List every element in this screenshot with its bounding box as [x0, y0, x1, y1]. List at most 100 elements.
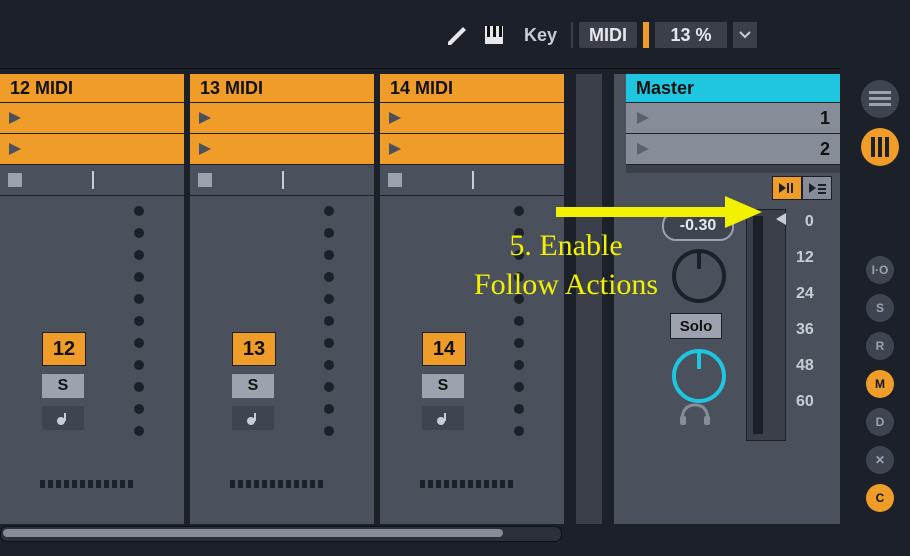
- play-icon: [198, 142, 212, 156]
- clip-slot[interactable]: [190, 134, 374, 165]
- headphones-icon: [678, 401, 712, 425]
- master-header[interactable]: Master: [626, 74, 840, 103]
- master-track: Master 1 2 -0.30 Solo: [602, 74, 840, 524]
- fader-handle-icon: [773, 212, 787, 226]
- columns-button[interactable]: [861, 128, 899, 166]
- piano-keys-icon: [483, 24, 505, 46]
- clip-slot[interactable]: [380, 134, 564, 165]
- stop-slot[interactable]: [380, 165, 564, 196]
- note-icon: [55, 410, 71, 426]
- right-rail: I·O S R M D ✕ C: [850, 74, 910, 550]
- columns-icon: [871, 137, 889, 157]
- record-arm-button[interactable]: [232, 406, 274, 430]
- hamburger-icon: [869, 91, 891, 107]
- cpu-percent-value[interactable]: 13 %: [655, 22, 727, 48]
- track-activator[interactable]: 12: [42, 332, 86, 366]
- midi-map-button[interactable]: MIDI: [579, 22, 637, 48]
- play-icon: [8, 111, 22, 125]
- track-mixer: 14 S: [380, 196, 564, 496]
- record-arm-button[interactable]: [422, 406, 464, 430]
- stop-icon: [8, 173, 22, 187]
- scene-divider: [626, 165, 840, 173]
- horizontal-scrollbar[interactable]: [0, 526, 562, 542]
- scene-launch-1[interactable]: 1: [626, 103, 840, 134]
- draw-mode-button[interactable]: [440, 20, 472, 50]
- track-header[interactable]: 14 MIDI: [380, 74, 564, 103]
- ruler-tick: [282, 171, 284, 189]
- note-icon: [245, 410, 261, 426]
- track-14: 14 MIDI 14 S: [380, 74, 570, 524]
- clip-slot[interactable]: [0, 103, 184, 134]
- stop-icon: [198, 173, 212, 187]
- record-arm-button[interactable]: [42, 406, 84, 430]
- stop-slot[interactable]: [0, 165, 184, 196]
- back-to-arrangement-button[interactable]: [802, 176, 832, 200]
- delay-section-button[interactable]: D: [866, 408, 894, 436]
- chevron-down-icon: [739, 31, 751, 39]
- track-12: 12 MIDI 12 S: [0, 74, 190, 524]
- send-dots: [134, 206, 144, 436]
- pencil-icon: [445, 24, 467, 46]
- follow-actions-icon: [777, 181, 797, 195]
- mini-meter: [230, 480, 323, 488]
- cpu-meter: [643, 22, 649, 48]
- scrollbar-thumb[interactable]: [3, 529, 503, 537]
- stop-icon: [388, 173, 402, 187]
- toolbar-divider: [571, 22, 573, 48]
- performance-section-button[interactable]: C: [866, 484, 894, 512]
- db-scale: 0 12 24 36 48 60: [796, 213, 814, 411]
- db-tick: 36: [796, 321, 814, 339]
- master-volume-readout[interactable]: -0.30: [662, 211, 734, 241]
- db-tick: 60: [796, 393, 814, 411]
- cue-volume-knob[interactable]: [672, 349, 726, 403]
- play-icon: [198, 111, 212, 125]
- scene-number: 1: [820, 108, 830, 129]
- note-icon: [435, 410, 451, 426]
- send-dots: [324, 206, 334, 436]
- play-all-icon: [636, 111, 650, 125]
- track-13: 13 MIDI 13 S: [190, 74, 380, 524]
- key-map-label[interactable]: Key: [516, 21, 565, 49]
- track-mixer: 13 S: [190, 196, 374, 496]
- solo-button[interactable]: S: [422, 374, 464, 398]
- db-tick: 0: [796, 213, 814, 231]
- track-header[interactable]: 12 MIDI: [0, 74, 184, 103]
- master-pan-knob[interactable]: [672, 249, 726, 303]
- play-all-icon: [636, 142, 650, 156]
- mini-meter: [40, 480, 133, 488]
- clip-slot[interactable]: [190, 103, 374, 134]
- cpu-dropdown[interactable]: [733, 22, 757, 48]
- piano-roll-button[interactable]: [478, 20, 510, 50]
- stop-slot[interactable]: [190, 165, 374, 196]
- track-mixer: 12 S: [0, 196, 184, 496]
- io-section-button[interactable]: I·O: [866, 256, 894, 284]
- send-dots: [514, 206, 524, 436]
- track-header[interactable]: 13 MIDI: [190, 74, 374, 103]
- master-mixer: -0.30 Solo 0 12 24 36 48 60: [626, 203, 840, 503]
- scene-number: 2: [820, 139, 830, 160]
- master-meter[interactable]: [746, 209, 786, 441]
- crossfade-section-button[interactable]: ✕: [866, 446, 894, 474]
- db-tick: 24: [796, 285, 814, 303]
- track-activator[interactable]: 14: [422, 332, 466, 366]
- solo-button[interactable]: S: [232, 374, 274, 398]
- master-solo-button[interactable]: Solo: [670, 313, 722, 339]
- play-icon: [388, 111, 402, 125]
- ruler-tick: [92, 171, 94, 189]
- master-gutter: [602, 74, 614, 524]
- returns-section-button[interactable]: R: [866, 332, 894, 360]
- db-tick: 12: [796, 249, 814, 267]
- follow-actions-row: [626, 173, 840, 203]
- menu-button[interactable]: [861, 80, 899, 118]
- solo-button[interactable]: S: [42, 374, 84, 398]
- follow-actions-enable-button[interactable]: [772, 176, 802, 200]
- play-list-icon: [807, 181, 827, 195]
- db-tick: 48: [796, 357, 814, 375]
- clip-slot[interactable]: [0, 134, 184, 165]
- scene-launch-2[interactable]: 2: [626, 134, 840, 165]
- track-activator[interactable]: 13: [232, 332, 276, 366]
- clip-slot[interactable]: [380, 103, 564, 134]
- mixer-section-button[interactable]: M: [866, 370, 894, 398]
- ruler-tick: [472, 171, 474, 189]
- sends-section-button[interactable]: S: [866, 294, 894, 322]
